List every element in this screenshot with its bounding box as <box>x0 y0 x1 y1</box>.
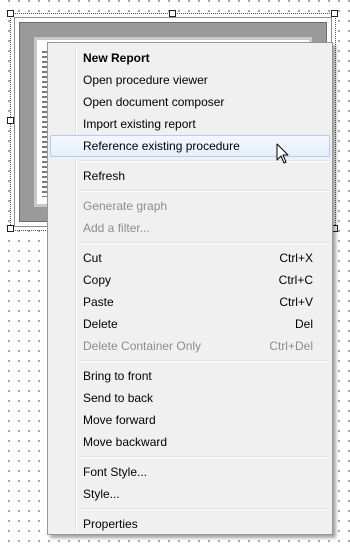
context-menu: New Report Open procedure viewer Open do… <box>47 42 333 535</box>
menu-item-label: Reference existing procedure <box>83 139 240 153</box>
resize-handle-top[interactable] <box>169 10 176 17</box>
menu-item-copy[interactable]: Copy Ctrl+C <box>50 269 330 291</box>
menu-item-send-to-back[interactable]: Send to back <box>50 387 330 409</box>
menu-item-font-style[interactable]: Font Style... <box>50 461 330 483</box>
menu-separator <box>79 242 330 244</box>
menu-item-label: Delete <box>83 317 118 331</box>
menu-item-label: Add a filter... <box>83 221 150 235</box>
menu-item-label: Move forward <box>83 413 156 427</box>
menu-item-bring-to-front[interactable]: Bring to front <box>50 365 330 387</box>
menu-item-label: Open document composer <box>83 95 225 109</box>
menu-item-label: Cut <box>83 251 102 265</box>
menu-item-label: Style... <box>83 487 120 501</box>
menu-item-label: New Report <box>83 51 150 65</box>
menu-separator <box>79 360 330 362</box>
resize-handle-bottom-left[interactable] <box>7 225 14 232</box>
arrow-cursor-icon <box>276 143 289 164</box>
menu-item-style[interactable]: Style... <box>50 483 330 505</box>
menu-item-label: Send to back <box>83 391 154 405</box>
menu-item-label: Move backward <box>83 435 168 449</box>
menu-item-shortcut: Del <box>294 317 313 331</box>
menu-item-properties[interactable]: Properties <box>50 513 330 535</box>
menu-item-label: Bring to front <box>83 369 152 383</box>
menu-separator <box>79 160 330 162</box>
menu-item-label: Refresh <box>83 169 126 183</box>
menu-item-delete-container-only: Delete Container Only Ctrl+Del <box>50 335 330 357</box>
menu-item-add-filter: Add a filter... <box>50 217 330 239</box>
menu-item-move-backward[interactable]: Move backward <box>50 431 330 453</box>
menu-separator <box>79 508 330 510</box>
menu-separator <box>79 190 330 192</box>
menu-item-delete[interactable]: Delete Del <box>50 313 330 335</box>
resize-handle-top-left[interactable] <box>7 10 14 17</box>
menu-item-shortcut: Ctrl+C <box>278 273 313 287</box>
menu-item-new-report[interactable]: New Report <box>50 47 330 69</box>
menu-item-label: Font Style... <box>83 465 148 479</box>
menu-item-cut[interactable]: Cut Ctrl+X <box>50 247 330 269</box>
menu-item-refresh[interactable]: Refresh <box>50 165 330 187</box>
menu-item-shortcut: Ctrl+X <box>279 251 313 265</box>
menu-item-label: Paste <box>83 295 114 309</box>
menu-item-label: Open procedure viewer <box>83 73 208 87</box>
menu-item-label: Copy <box>83 273 112 287</box>
menu-item-shortcut: Ctrl+Del <box>269 339 313 353</box>
menu-item-label: Generate graph <box>83 199 168 213</box>
resize-handle-top-right[interactable] <box>331 10 338 17</box>
menu-item-open-procedure-viewer[interactable]: Open procedure viewer <box>50 69 330 91</box>
menu-item-paste[interactable]: Paste Ctrl+V <box>50 291 330 313</box>
menu-item-label: Delete Container Only <box>83 339 202 353</box>
menu-separator <box>79 456 330 458</box>
menu-item-generate-graph: Generate graph <box>50 195 330 217</box>
menu-item-open-document-composer[interactable]: Open document composer <box>50 91 330 113</box>
resize-handle-left[interactable] <box>7 117 14 124</box>
menu-item-label: Properties <box>83 517 138 531</box>
menu-item-label: Import existing report <box>83 117 196 131</box>
menu-item-shortcut: Ctrl+V <box>279 295 313 309</box>
menu-item-import-existing-report[interactable]: Import existing report <box>50 113 330 135</box>
menu-item-move-forward[interactable]: Move forward <box>50 409 330 431</box>
